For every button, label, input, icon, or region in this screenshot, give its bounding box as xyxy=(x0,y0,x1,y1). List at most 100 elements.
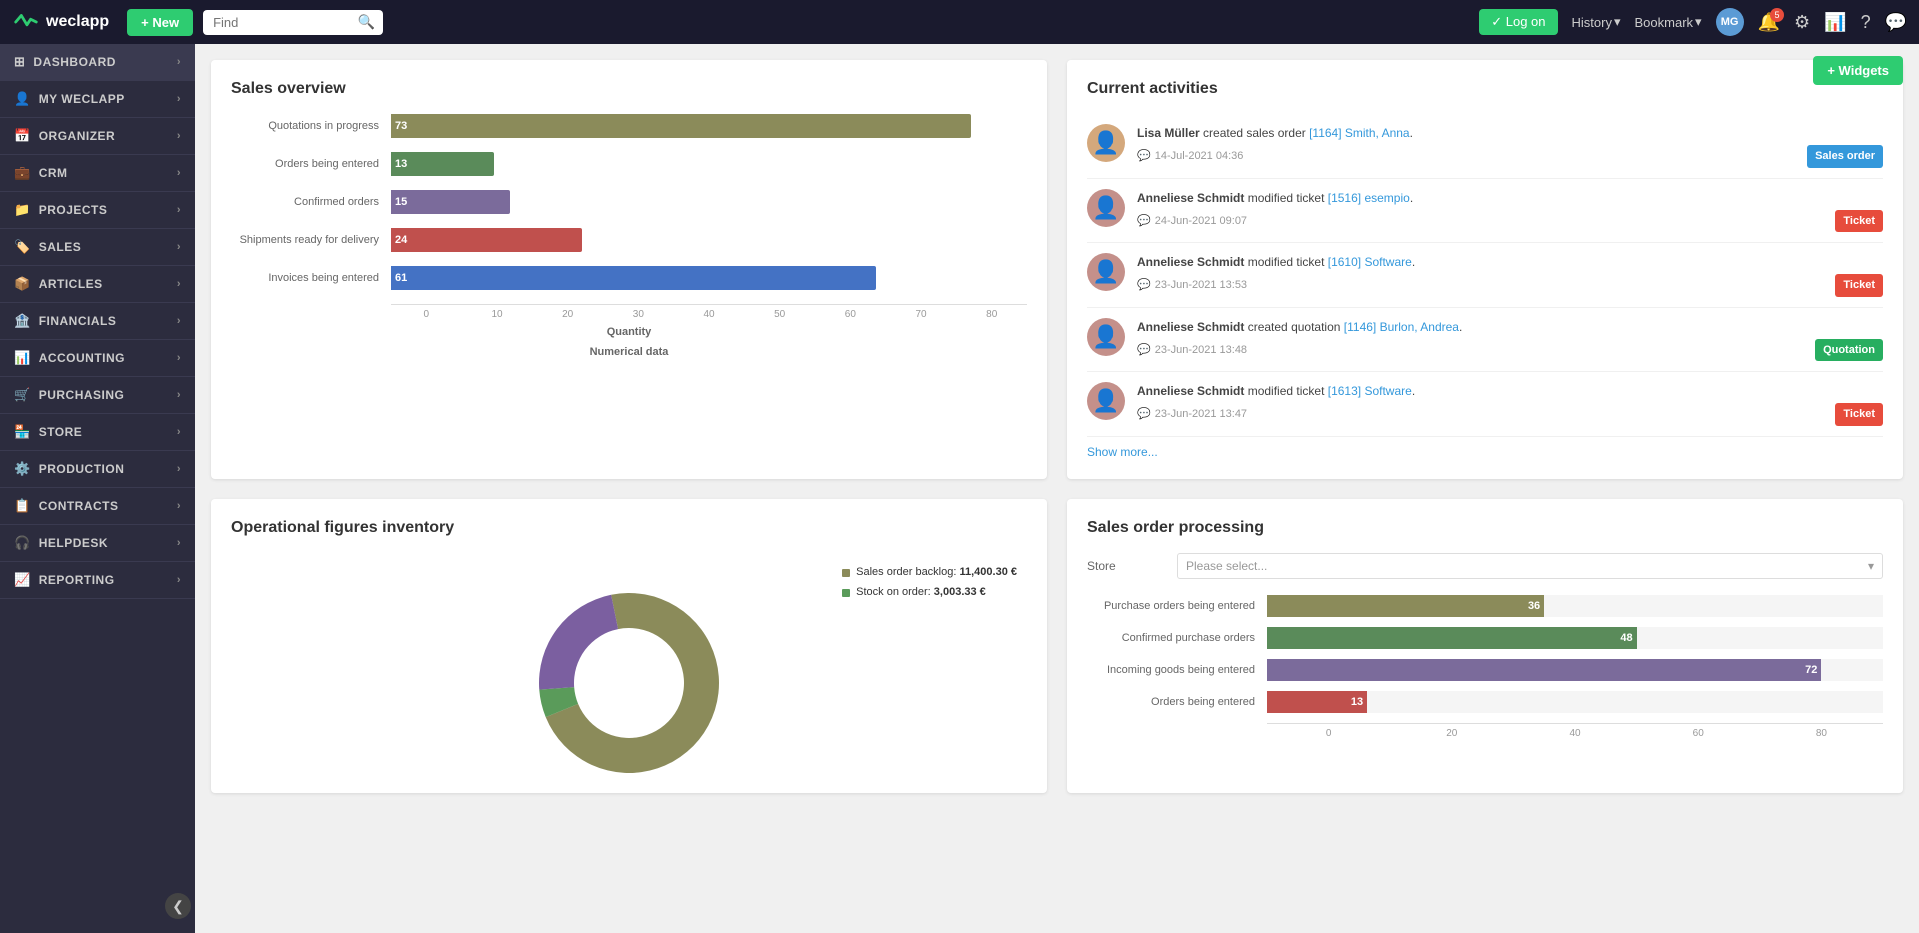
bar-container: 61 xyxy=(391,266,1027,290)
proc-x-tick: 20 xyxy=(1390,728,1513,739)
activity-badge[interactable]: Ticket xyxy=(1835,403,1883,426)
chart-icon[interactable]: 📊 xyxy=(1824,12,1846,33)
activity-item: 👤 Anneliese Schmidt modified ticket [151… xyxy=(1087,179,1883,244)
sidebar-icon-contracts: 📋 xyxy=(14,498,31,514)
pie-tooltip: Sales order backlog: 11,400.30 € Stock o… xyxy=(834,563,1017,603)
sidebar-item-sales[interactable]: 🏷️ SALES › xyxy=(0,229,195,266)
history-button[interactable]: History ▾ xyxy=(1572,14,1621,30)
activity-badge[interactable]: Sales order xyxy=(1807,145,1883,168)
activity-badge[interactable]: Ticket xyxy=(1835,210,1883,233)
sidebar-label-projects: PROJECTS xyxy=(39,203,108,217)
activity-content: Anneliese Schmidt modified ticket [1613]… xyxy=(1137,382,1883,426)
store-select[interactable]: Please select... ▾ xyxy=(1177,553,1883,579)
proc-bar-label: Confirmed purchase orders xyxy=(1087,632,1267,644)
activity-link[interactable]: [1146] Burlon, Andrea xyxy=(1344,320,1459,334)
sidebar-chevron-helpdesk: › xyxy=(177,537,181,549)
notification-icon-wrap[interactable]: 🔔 5 xyxy=(1758,12,1780,33)
sidebar-item-reporting[interactable]: 📈 REPORTING › xyxy=(0,562,195,599)
bookmark-label: Bookmark xyxy=(1635,15,1694,30)
sidebar-chevron-sales: › xyxy=(177,241,181,253)
sidebar-icon-crm: 💼 xyxy=(14,165,31,181)
operational-figures-title: Operational figures inventory xyxy=(231,519,1027,537)
bookmark-chevron-icon: ▾ xyxy=(1695,14,1702,30)
history-label: History xyxy=(1572,15,1612,30)
activity-link[interactable]: [1164] Smith, Anna xyxy=(1309,126,1410,140)
activity-content: Anneliese Schmidt created quotation [114… xyxy=(1137,318,1883,362)
settings-icon[interactable]: ⚙ xyxy=(1794,12,1810,33)
x-tick: 40 xyxy=(674,309,745,320)
activity-badge[interactable]: Ticket xyxy=(1835,274,1883,297)
activity-avatar: 👤 xyxy=(1087,189,1125,227)
activity-badge[interactable]: Quotation xyxy=(1815,339,1883,362)
proc-bar-container: 13 xyxy=(1267,691,1883,713)
sidebar-item-crm[interactable]: 💼 CRM › xyxy=(0,155,195,192)
proc-bar-container: 48 xyxy=(1267,627,1883,649)
proc-bar-label: Orders being entered xyxy=(1087,696,1267,708)
sidebar-item-my-weclapp[interactable]: 👤 MY WECLAPP › xyxy=(0,81,195,118)
proc-bar-label: Incoming goods being entered xyxy=(1087,664,1267,676)
activity-link[interactable]: [1516] esempio xyxy=(1328,191,1410,205)
bar: 61 xyxy=(391,266,876,290)
x-tick: 30 xyxy=(603,309,674,320)
proc-bar-row: Confirmed purchase orders 48 xyxy=(1087,627,1883,649)
bar-container: 15 xyxy=(391,190,1027,214)
sidebar-item-financials[interactable]: 🏦 FINANCIALS › xyxy=(0,303,195,340)
activity-link[interactable]: [1610] Software xyxy=(1328,255,1412,269)
chat-icon[interactable]: 💬 xyxy=(1885,12,1907,33)
sidebar-item-helpdesk[interactable]: 🎧 HELPDESK › xyxy=(0,525,195,562)
activity-content: Lisa Müller created sales order [1164] S… xyxy=(1137,124,1883,168)
bar-label: Confirmed orders xyxy=(231,196,391,208)
main-content: Sales overview Quotations in progress 73… xyxy=(195,44,1919,933)
proc-x-tick: 0 xyxy=(1267,728,1390,739)
sidebar-label-store: STORE xyxy=(39,425,83,439)
sidebar-chevron-my-weclapp: › xyxy=(177,93,181,105)
logon-button[interactable]: ✓ Log on xyxy=(1479,9,1557,35)
current-activities-title: Current activities xyxy=(1087,80,1883,98)
sidebar-item-accounting[interactable]: 📊 ACCOUNTING › xyxy=(0,340,195,377)
activity-link[interactable]: [1613] Software xyxy=(1328,384,1412,398)
sidebar-chevron-crm: › xyxy=(177,167,181,179)
help-icon[interactable]: ? xyxy=(1861,12,1871,33)
sidebar-item-projects[interactable]: 📁 PROJECTS › xyxy=(0,192,195,229)
sidebar-item-dashboard[interactable]: ⊞ DASHBOARD › xyxy=(0,44,195,81)
activity-text: Anneliese Schmidt modified ticket [1613]… xyxy=(1137,382,1883,400)
bar-row: Confirmed orders 15 xyxy=(231,190,1027,214)
comment-icon: 💬 xyxy=(1137,277,1151,294)
sidebar-collapse-button[interactable]: ❮ xyxy=(165,893,191,919)
notification-badge: 5 xyxy=(1770,8,1784,22)
show-more-link[interactable]: Show more... xyxy=(1087,445,1158,459)
avatar[interactable]: MG xyxy=(1716,8,1744,36)
bar-value-inside: 24 xyxy=(395,234,407,246)
widgets-button[interactable]: + Widgets xyxy=(1813,56,1903,85)
sidebar-item-store[interactable]: 🏪 STORE › xyxy=(0,414,195,451)
pie-chart-wrap: Sales order backlog: 11,400.30 € Stock o… xyxy=(231,553,1027,773)
sidebar-icon-my-weclapp: 👤 xyxy=(14,91,31,107)
new-button[interactable]: + New xyxy=(127,9,193,36)
store-label: Store xyxy=(1087,559,1167,573)
sidebar-item-production[interactable]: ⚙️ PRODUCTION › xyxy=(0,451,195,488)
sidebar-label-articles: ARTICLES xyxy=(39,277,103,291)
bar-row: Shipments ready for delivery 24 xyxy=(231,228,1027,252)
avatar-icon: 👤 xyxy=(1092,388,1119,414)
topnav-right: ✓ Log on History ▾ Bookmark ▾ MG 🔔 5 ⚙ 📊… xyxy=(1479,8,1907,36)
activity-item: 👤 Anneliese Schmidt modified ticket [161… xyxy=(1087,243,1883,308)
pie-tooltip-line: Sales order backlog: 11,400.30 € xyxy=(834,563,1017,583)
search-input[interactable] xyxy=(203,10,383,35)
sidebar-icon-projects: 📁 xyxy=(14,202,31,218)
sidebar-item-contracts[interactable]: 📋 CONTRACTS › xyxy=(0,488,195,525)
pie-legend-dot xyxy=(842,569,850,577)
bar-value-inside: 61 xyxy=(395,272,407,284)
proc-bar-value: 13 xyxy=(1351,696,1363,708)
sidebar-item-articles[interactable]: 📦 ARTICLES › xyxy=(0,266,195,303)
logo[interactable]: weclapp xyxy=(12,8,109,36)
sidebar-label-my-weclapp: MY WECLAPP xyxy=(39,92,125,106)
sidebar-icon-accounting: 📊 xyxy=(14,350,31,366)
sidebar-item-purchasing[interactable]: 🛒 PURCHASING › xyxy=(0,377,195,414)
sidebar-chevron-reporting: › xyxy=(177,574,181,586)
bookmark-button[interactable]: Bookmark ▾ xyxy=(1635,14,1702,30)
bar-label: Orders being entered xyxy=(231,158,391,170)
sidebar-item-organizer[interactable]: 📅 ORGANIZER › xyxy=(0,118,195,155)
activity-meta: 💬 23-Jun-2021 13:53 Ticket xyxy=(1137,274,1883,297)
sidebar-chevron-contracts: › xyxy=(177,500,181,512)
activity-meta: 💬 23-Jun-2021 13:47 Ticket xyxy=(1137,403,1883,426)
